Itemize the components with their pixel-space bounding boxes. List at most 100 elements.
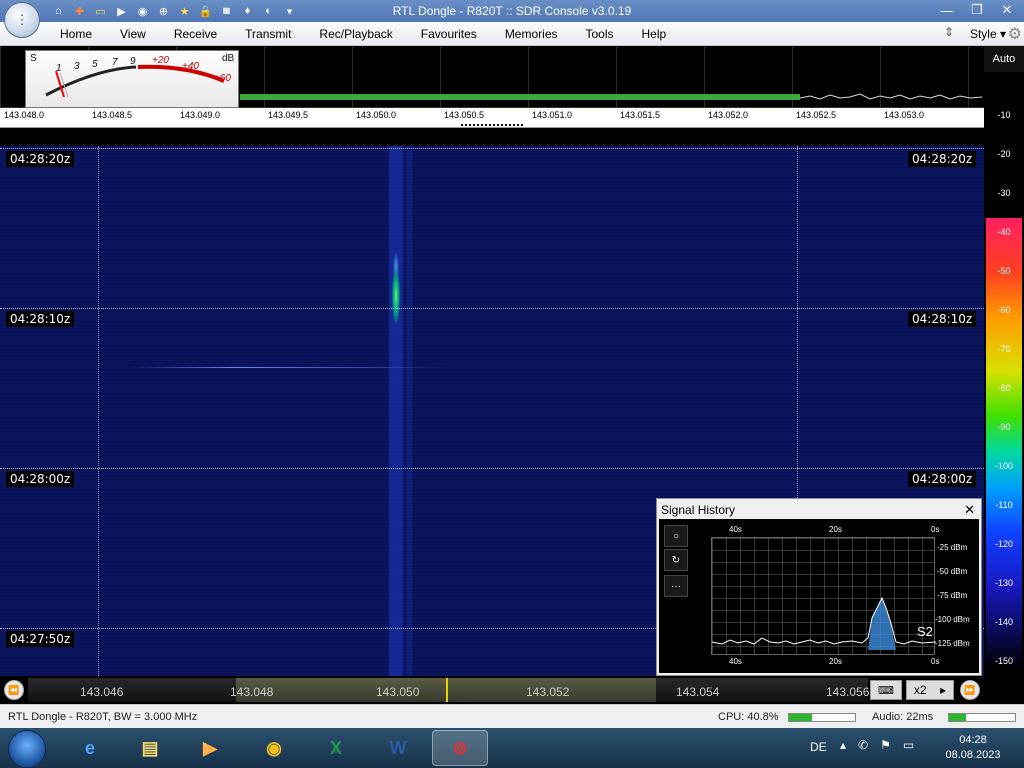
time-axis-bottom: 0s bbox=[931, 657, 940, 666]
time-axis-bottom: 20s bbox=[829, 657, 842, 666]
freq-tick-label: 143.051.5 bbox=[620, 110, 661, 120]
gear-icon[interactable]: ⚙ bbox=[1008, 24, 1022, 44]
menu-item-help[interactable]: Help bbox=[628, 27, 681, 41]
time-axis-top: 40s bbox=[729, 525, 742, 534]
scroll-right-button[interactable]: ⏩ bbox=[960, 680, 980, 700]
freq-tick-label: 143.052.0 bbox=[708, 110, 749, 120]
freq-tick-label: 143.049.5 bbox=[268, 110, 309, 120]
ie-icon[interactable]: e bbox=[62, 730, 118, 766]
freq-tick-label: 143.051.0 bbox=[532, 110, 573, 120]
menu-item-favourites[interactable]: Favourites bbox=[407, 27, 491, 41]
db-tick: +20 bbox=[152, 55, 169, 66]
app-menu-button[interactable]: ⋮ bbox=[4, 2, 40, 38]
auto-button[interactable]: Auto bbox=[984, 46, 1024, 72]
scroll-left-button[interactable]: ⏪ bbox=[4, 680, 24, 700]
time-axis-bottom: 40s bbox=[729, 657, 742, 666]
navigator-freq-label: 143.056 bbox=[826, 685, 870, 699]
ruler-drag-handle[interactable] bbox=[460, 123, 524, 127]
navigator-freq-label: 143.054 bbox=[676, 685, 720, 699]
db-scale-label: -30 bbox=[997, 188, 1011, 198]
db-scale-label: -50 bbox=[997, 266, 1011, 276]
time-gridline bbox=[0, 468, 984, 469]
spectrum-display[interactable]: S dB 1 3 5 7 9 +20 +40 +60 bbox=[0, 46, 984, 108]
time-axis-top: 0s bbox=[931, 525, 940, 534]
record-button[interactable]: ○ bbox=[664, 525, 688, 547]
zoom-label: x2 bbox=[913, 683, 927, 697]
db-scale-label: -40 bbox=[997, 227, 1011, 237]
menu-item-memories[interactable]: Memories bbox=[491, 27, 572, 41]
signal-history-plot bbox=[711, 537, 937, 655]
time-label: 04:28:10z bbox=[6, 311, 75, 327]
zoom-button[interactable]: x2 ▸ bbox=[906, 680, 954, 700]
noise-trace bbox=[800, 93, 982, 100]
minimize-button[interactable]: — bbox=[932, 0, 962, 20]
reset-button[interactable]: ↻ bbox=[664, 549, 688, 571]
explorer-icon[interactable]: ▤ bbox=[122, 730, 178, 766]
screen: ⋮ ⌂ ✚ ▭ ▶ ◉ ⊕ ★ 🔒 ◙ ♦ ◐ ▾ RTL Dongle - R… bbox=[0, 0, 1024, 768]
dbm-axis: -50 dBm bbox=[937, 567, 968, 576]
freq-tick-label: 143.050.0 bbox=[356, 110, 397, 120]
db-scale-label: -100 bbox=[994, 461, 1013, 471]
time-label: 04:28:00z bbox=[6, 471, 75, 487]
s-unit-reading: S2 bbox=[917, 624, 933, 639]
s-tick: 1 bbox=[56, 63, 62, 74]
signal-history-close-button[interactable]: ✕ bbox=[964, 502, 975, 518]
audio-meter bbox=[948, 713, 1016, 722]
clock[interactable]: 04:28 08.08.2023 bbox=[938, 733, 1008, 763]
db-scale-label: -90 bbox=[997, 422, 1011, 432]
tuning-marker[interactable] bbox=[446, 678, 448, 702]
language-indicator[interactable]: DE bbox=[810, 740, 827, 754]
time-label: 04:28:20z bbox=[908, 151, 977, 167]
app-menu-icon: ⋮ bbox=[15, 12, 29, 27]
sdr-console-icon[interactable]: ⊚ bbox=[432, 730, 488, 766]
navigator-freq-label: 143.046 bbox=[80, 685, 124, 699]
menu-item-tools[interactable]: Tools bbox=[572, 27, 628, 41]
keyboard-icon[interactable]: ⌨ bbox=[870, 680, 902, 700]
menu-bar: Home View Receive Transmit Rec/Playback Favou… bbox=[0, 22, 1024, 46]
frequency-ruler[interactable]: 143.048.0 143.048.5 143.049.0 143.049.5 143.… bbox=[0, 108, 984, 128]
cpu-meter bbox=[788, 713, 856, 722]
close-button[interactable]: ✕ bbox=[992, 0, 1022, 20]
taskbar: e ▤ ▶ ◉ X W ⊚ DE ▴✆⚑▭ 04:28 08.08.2023 bbox=[0, 728, 1024, 768]
menu-item-receive[interactable]: Receive bbox=[160, 27, 231, 41]
color-scale-bar bbox=[986, 218, 1022, 668]
signal-history-window: Signal History ✕ ○ ↻ ··· 40s 20s 0s -25 … bbox=[656, 498, 982, 676]
waterfall-header-gap bbox=[0, 128, 984, 146]
menu-item-view[interactable]: View bbox=[106, 27, 160, 41]
media-icon[interactable]: ▶ bbox=[182, 730, 238, 766]
freq-tick-label: 143.052.5 bbox=[796, 110, 837, 120]
signal-trace bbox=[711, 596, 937, 650]
s-meter: S dB 1 3 5 7 9 +20 +40 +60 bbox=[25, 50, 239, 108]
chevron-right-icon: ▸ bbox=[940, 683, 947, 697]
style-dropdown[interactable]: Style ▾ bbox=[970, 27, 1006, 41]
system-tray-icons[interactable]: ▴✆⚑▭ bbox=[840, 738, 926, 752]
clock-date: 08.08.2023 bbox=[945, 749, 1001, 761]
excel-icon[interactable]: X bbox=[308, 730, 364, 766]
window-title: RTL Dongle - R820T :: SDR Console v3.0.1… bbox=[392, 4, 632, 18]
time-label: 04:28:10z bbox=[908, 311, 977, 327]
menu-item-home[interactable]: Home bbox=[46, 27, 106, 41]
audio-status: Audio: 22ms bbox=[872, 711, 934, 723]
navigator-freq-label: 143.050 bbox=[376, 685, 420, 699]
freq-tick-label: 143.050.5 bbox=[444, 110, 485, 120]
db-scale-label: -20 bbox=[997, 149, 1011, 159]
signal-history-title: Signal History bbox=[661, 503, 736, 517]
s-label: S bbox=[30, 53, 37, 64]
start-button[interactable] bbox=[8, 730, 46, 768]
style-arrows-icon: ⇕ bbox=[943, 25, 954, 39]
dbm-axis: -75 dBm bbox=[937, 591, 968, 600]
menu-item-recplayback[interactable]: Rec/Playback bbox=[305, 27, 406, 41]
options-button[interactable]: ··· bbox=[664, 575, 688, 597]
db-scale[interactable]: -10 -20 -30 -40 -50 -60 -70 -80 -90 -100 -110 -120 -… bbox=[984, 72, 1024, 676]
maximize-button[interactable]: ❐ bbox=[962, 0, 992, 20]
db-scale-label: -80 bbox=[997, 383, 1011, 393]
window-controls: — ❐ ✕ bbox=[932, 0, 1022, 20]
chrome-icon[interactable]: ◉ bbox=[246, 730, 302, 766]
menu-item-transmit[interactable]: Transmit bbox=[231, 27, 305, 41]
signal-level-bar bbox=[240, 94, 800, 100]
menu-items: Home View Receive Transmit Rec/Playback Favou… bbox=[46, 27, 680, 41]
word-icon[interactable]: W bbox=[370, 730, 426, 766]
dbm-axis: -100 dBm bbox=[935, 615, 970, 624]
audio-meter-fill bbox=[949, 714, 966, 721]
dbm-axis: -125 dBm bbox=[935, 639, 970, 648]
